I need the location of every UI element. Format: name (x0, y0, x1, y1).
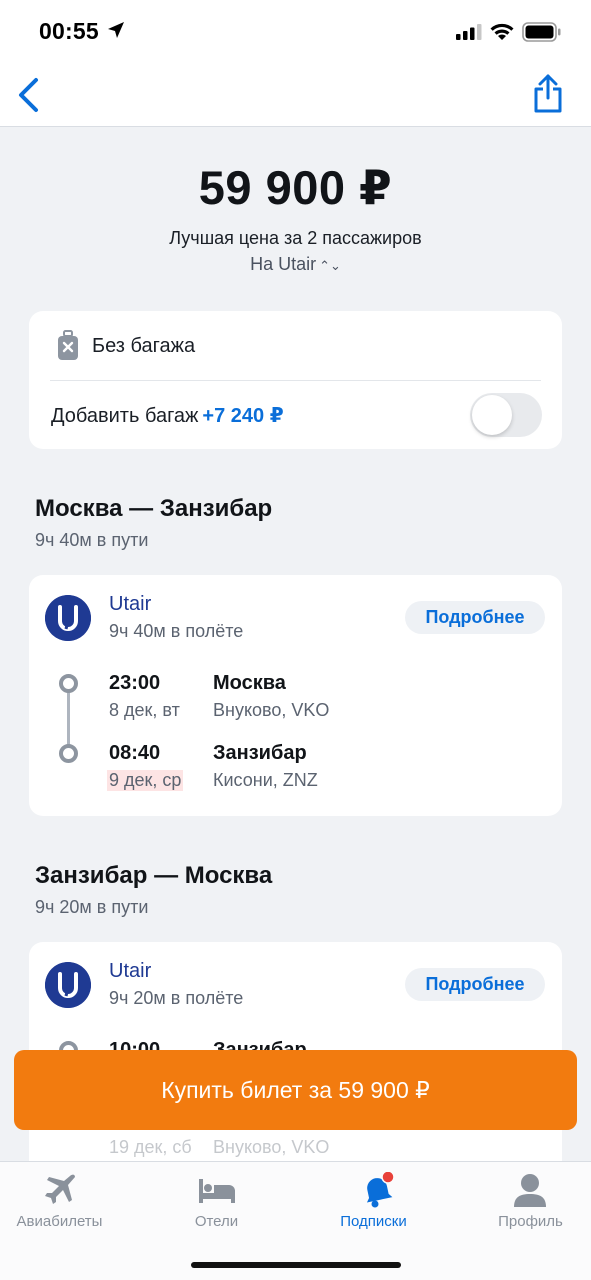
airline-name: Utair (109, 593, 152, 615)
add-baggage-toggle[interactable] (470, 393, 542, 437)
divider (50, 380, 541, 381)
arrival-dot (59, 744, 78, 763)
tab-hotels[interactable]: Отели (143, 1162, 290, 1242)
route-duration: 9ч 20м в пути (35, 897, 149, 917)
arrival-time: 08:40 (109, 742, 161, 764)
add-baggage-price: +7 240 ₽ (202, 405, 284, 427)
departure-time: 23:00 (109, 672, 161, 694)
route-title: Занзибар — Москва (35, 862, 273, 889)
departure-city: Москва (213, 672, 286, 694)
bed-icon (199, 1179, 235, 1203)
no-baggage-icon (58, 330, 78, 360)
share-icon[interactable] (532, 74, 564, 114)
add-baggage-text: Добавить багаж (51, 405, 199, 427)
status-bar: 00:55 (0, 0, 591, 64)
toggle-knob (472, 395, 512, 435)
tab-profile-label: Профиль (498, 1213, 563, 1230)
details-button[interactable]: Подробнее (405, 601, 545, 634)
timeline-line (67, 692, 70, 748)
price-subtitle: Лучшая цена за 2 пассажиров (169, 228, 422, 248)
flight-card: Utair 9ч 40м в полёте Подробнее 23:00 8 … (29, 575, 562, 816)
arrival-city: Занзибар (213, 742, 307, 764)
top-bar: 00:55 (0, 0, 591, 127)
tab-flights[interactable]: Авиабилеты (0, 1162, 133, 1242)
tab-subscriptions-label: Подписки (340, 1213, 407, 1230)
plane-icon (45, 1174, 75, 1204)
person-icon (514, 1174, 546, 1207)
departure-date: 8 дек, вт (109, 700, 180, 720)
tab-flights-label: Авиабилеты (16, 1213, 103, 1230)
airline-selector-label: На Utair (250, 254, 317, 274)
arrival-date: 9 дек, ср (107, 770, 184, 791)
status-time: 00:55 (39, 18, 99, 44)
details-button[interactable]: Подробнее (405, 968, 545, 1001)
chevron-updown-icon: ⌃⌄ (319, 258, 341, 273)
flight-duration: 9ч 20м в полёте (109, 988, 244, 1008)
route-title: Москва — Занзибар (35, 495, 273, 522)
route-duration: 9ч 40м в пути (35, 530, 149, 550)
airline-selector[interactable]: На Utair ⌃⌄ (0, 254, 591, 275)
bell-icon (366, 1172, 395, 1208)
arrival-airport: Кисони, ZNZ (213, 770, 318, 790)
arrival-airport: Внуково, VKO (213, 1137, 330, 1157)
wifi-icon (490, 23, 514, 40)
tab-hotels-label: Отели (194, 1213, 239, 1230)
location-arrow-icon (108, 22, 124, 38)
tab-profile[interactable]: Профиль (457, 1162, 591, 1242)
home-indicator (191, 1262, 401, 1268)
baggage-label: Без багажа (92, 335, 196, 357)
departure-airport: Внуково, VKO (213, 700, 330, 720)
buy-ticket-button[interactable]: Купить билет за 59 900 ₽ (14, 1050, 577, 1130)
departure-dot (59, 674, 78, 693)
total-price: 59 900 ₽ (198, 161, 393, 214)
baggage-card: Без багажа Добавить багаж +7 240 ₽ (29, 311, 562, 449)
back-chevron-icon[interactable] (14, 77, 44, 113)
battery-icon (522, 22, 561, 42)
utair-logo-icon (45, 962, 91, 1008)
cellular-signal-icon (456, 24, 482, 40)
flight-duration: 9ч 40м в полёте (109, 621, 244, 641)
airline-name: Utair (109, 960, 152, 982)
utair-logo-icon (45, 595, 91, 641)
arrival-date: 19 дек, сб (109, 1137, 192, 1157)
tab-subscriptions[interactable]: Подписки (300, 1162, 447, 1242)
add-baggage-label: Добавить багаж +7 240 ₽ (51, 403, 284, 428)
